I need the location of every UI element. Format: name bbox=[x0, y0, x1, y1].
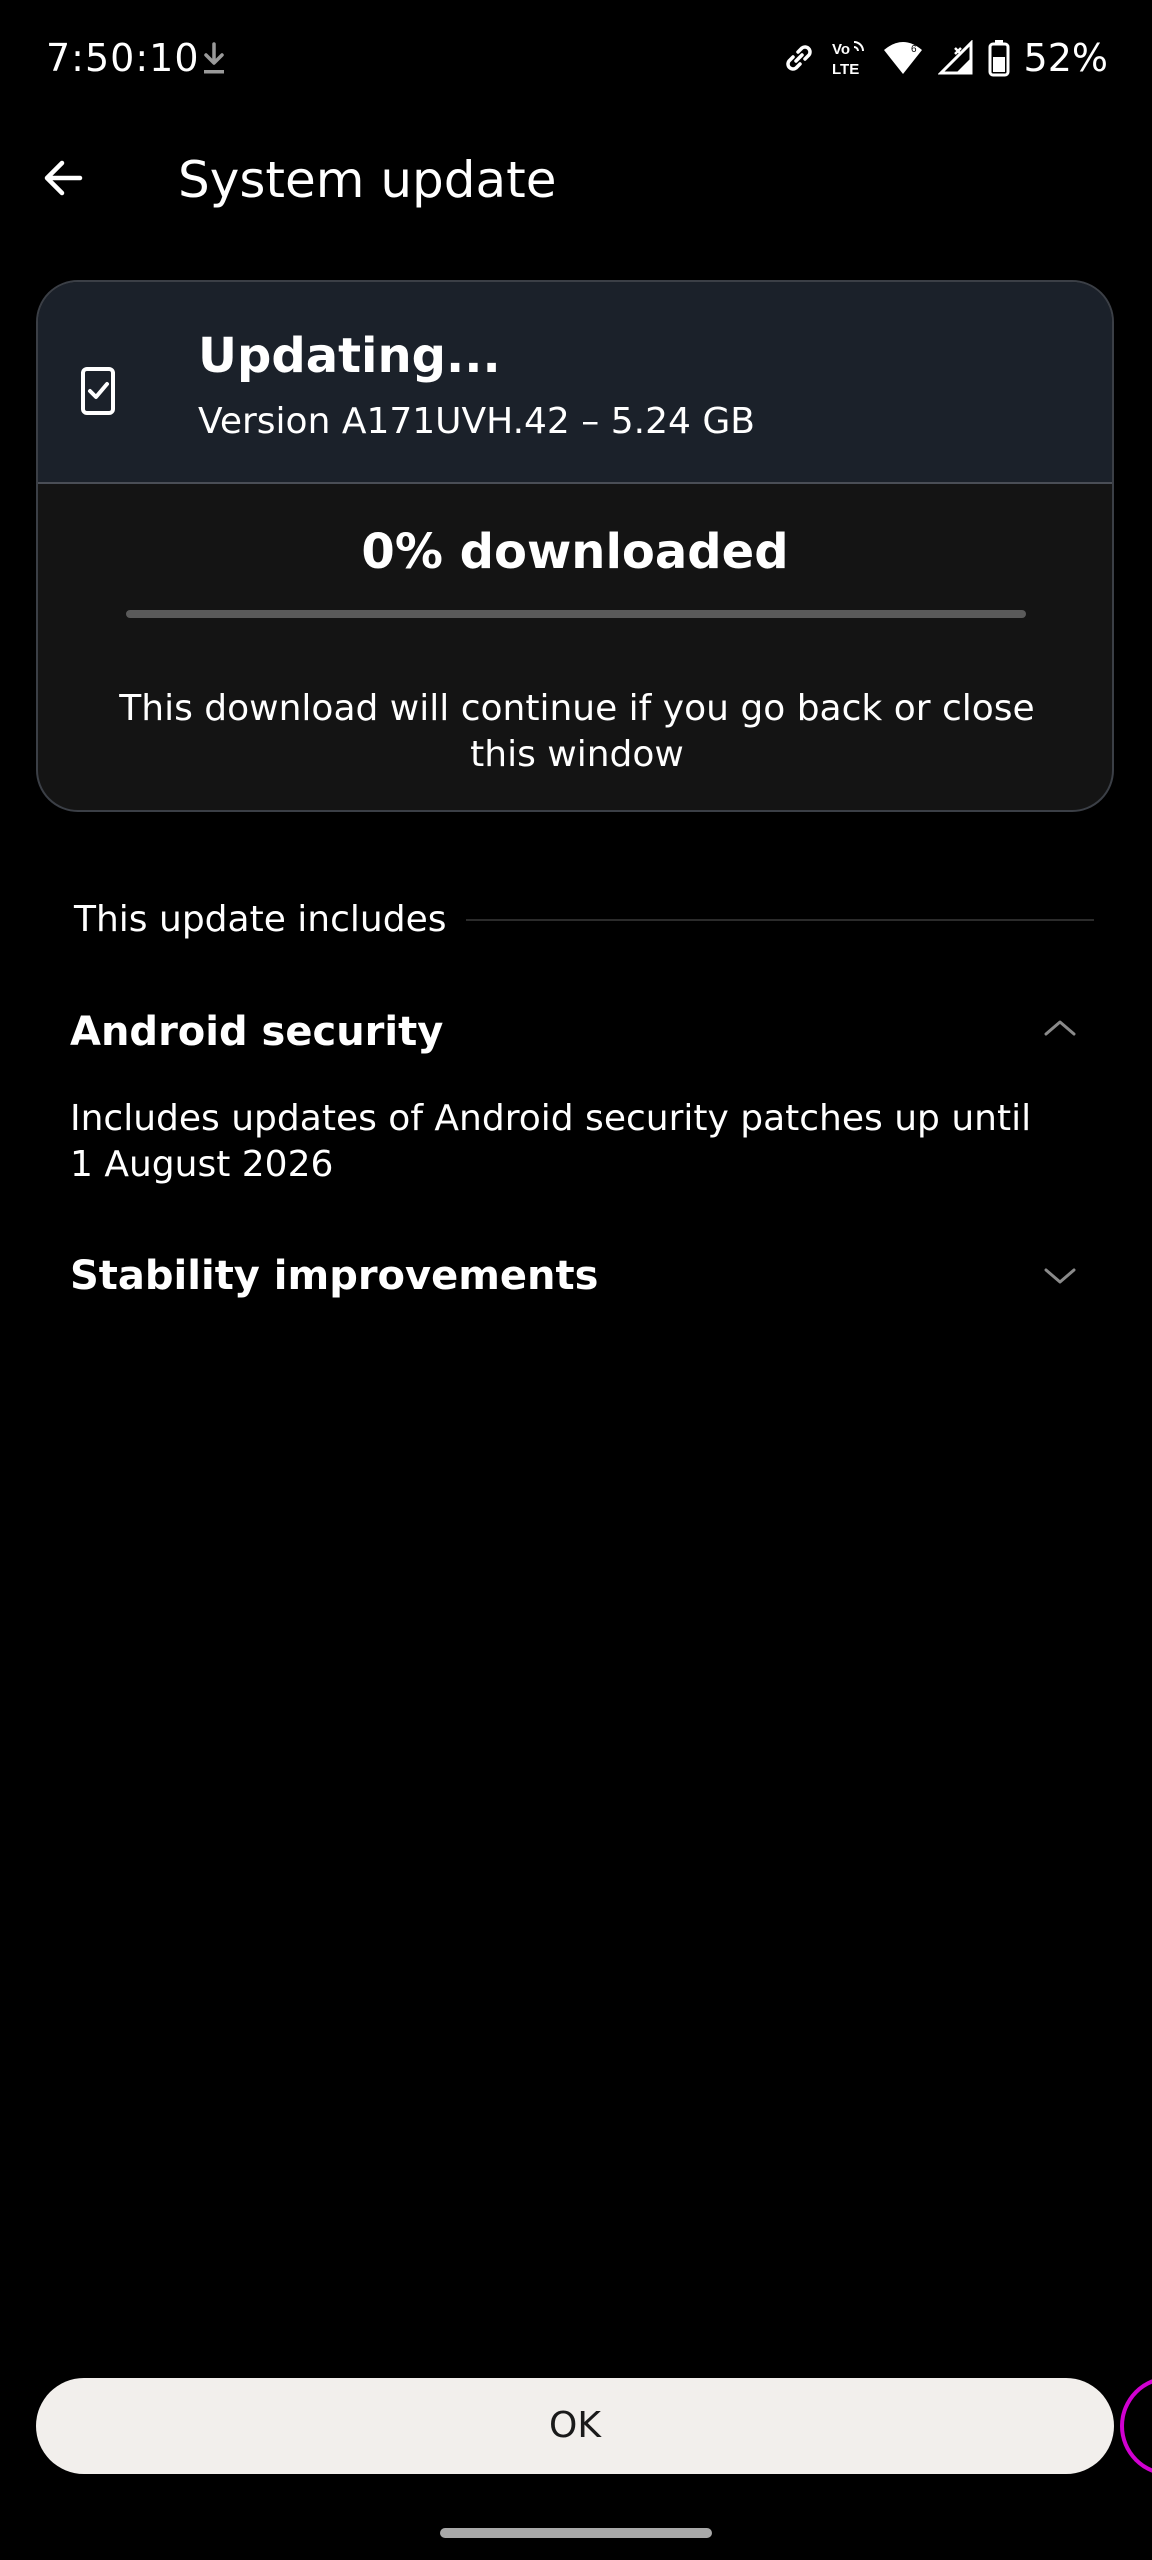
update-status-title: Updating... bbox=[198, 328, 501, 384]
section-label: This update includes bbox=[74, 899, 447, 940]
link-icon bbox=[785, 45, 812, 71]
chevron-down-icon[interactable] bbox=[1040, 1264, 1080, 1288]
status-icons: Vo LTE 6 52% bbox=[782, 30, 1108, 86]
navigation-gesture-bar[interactable] bbox=[440, 2528, 712, 2538]
accordion-android-security[interactable]: Android security bbox=[70, 1006, 443, 1058]
volte-icon: Vo LTE bbox=[832, 41, 864, 78]
update-includes-header: This update includes bbox=[74, 896, 1094, 944]
section-divider bbox=[466, 919, 1094, 921]
back-arrow-icon[interactable] bbox=[36, 150, 92, 206]
status-time: 7:50:10 bbox=[46, 36, 200, 80]
signal-icon bbox=[937, 40, 973, 75]
battery-percentage: 52% bbox=[1023, 36, 1108, 80]
android-security-description: Includes updates of Android security pat… bbox=[70, 1098, 1032, 1185]
update-version: Version A171UVH.42 – 5.24 GB bbox=[198, 401, 755, 442]
update-status-card: Updating... Version A171UVH.42 – 5.24 GB… bbox=[36, 280, 1114, 812]
page-title: System update bbox=[178, 151, 557, 209]
download-note: This download will continue if you go ba… bbox=[119, 688, 1035, 775]
edge-panel-handle[interactable] bbox=[1120, 2376, 1152, 2476]
svg-text:6: 6 bbox=[911, 44, 917, 55]
battery-icon bbox=[988, 40, 1010, 77]
ok-button[interactable]: OK bbox=[36, 2378, 1114, 2474]
status-bar: 7:50:10 Vo LTE 6 52% bbox=[0, 0, 1152, 120]
download-icon bbox=[204, 42, 224, 74]
svg-text:Vo: Vo bbox=[832, 41, 850, 58]
phone-check-icon bbox=[81, 367, 115, 415]
download-progress-label: 0% downloaded bbox=[361, 524, 789, 580]
svg-text:LTE: LTE bbox=[832, 61, 859, 78]
wifi-icon: 6 bbox=[883, 42, 922, 74]
update-card-header: Updating... Version A171UVH.42 – 5.24 GB bbox=[38, 282, 1112, 484]
download-progress-bar bbox=[126, 610, 1026, 618]
accordion-stability-improvements[interactable]: Stability improvements bbox=[70, 1250, 598, 1302]
chevron-up-icon[interactable] bbox=[1040, 1016, 1080, 1040]
